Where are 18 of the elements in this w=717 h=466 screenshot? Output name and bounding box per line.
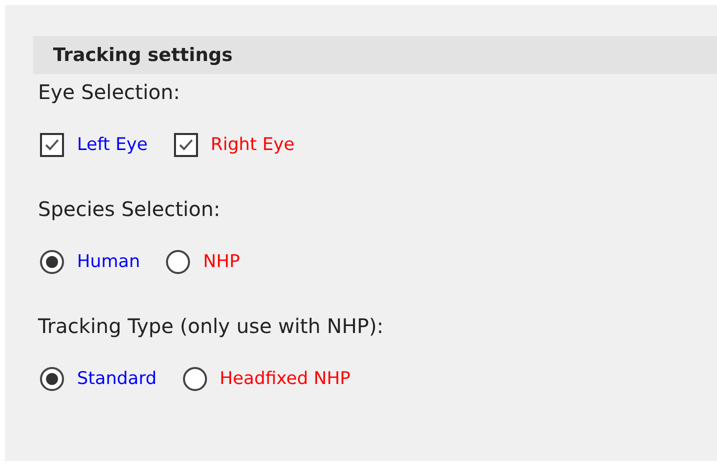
radio-button[interactable] (182, 367, 207, 391)
radio-button[interactable] (40, 250, 64, 274)
option-label[interactable]: Standard (77, 367, 157, 391)
option-label[interactable]: Right Eye (210, 133, 294, 157)
option-label[interactable]: Left Eye (77, 133, 148, 157)
group-label: Species Selection: (38, 196, 222, 223)
checkmark-icon (178, 138, 194, 152)
radio-button[interactable] (40, 367, 64, 391)
group-label: Eye Selection: (38, 79, 182, 106)
option-label[interactable]: Headfixed NHP (220, 367, 350, 391)
checkbox[interactable] (40, 133, 64, 157)
group-label: Tracking Type (only use with NHP): (38, 313, 385, 340)
option-label[interactable]: NHP (203, 250, 240, 274)
checkmark-icon (44, 138, 60, 152)
checkbox[interactable] (174, 133, 198, 157)
option-label[interactable]: Human (77, 250, 140, 274)
radio-button[interactable] (166, 250, 190, 274)
section-title: Tracking settings (53, 44, 233, 66)
